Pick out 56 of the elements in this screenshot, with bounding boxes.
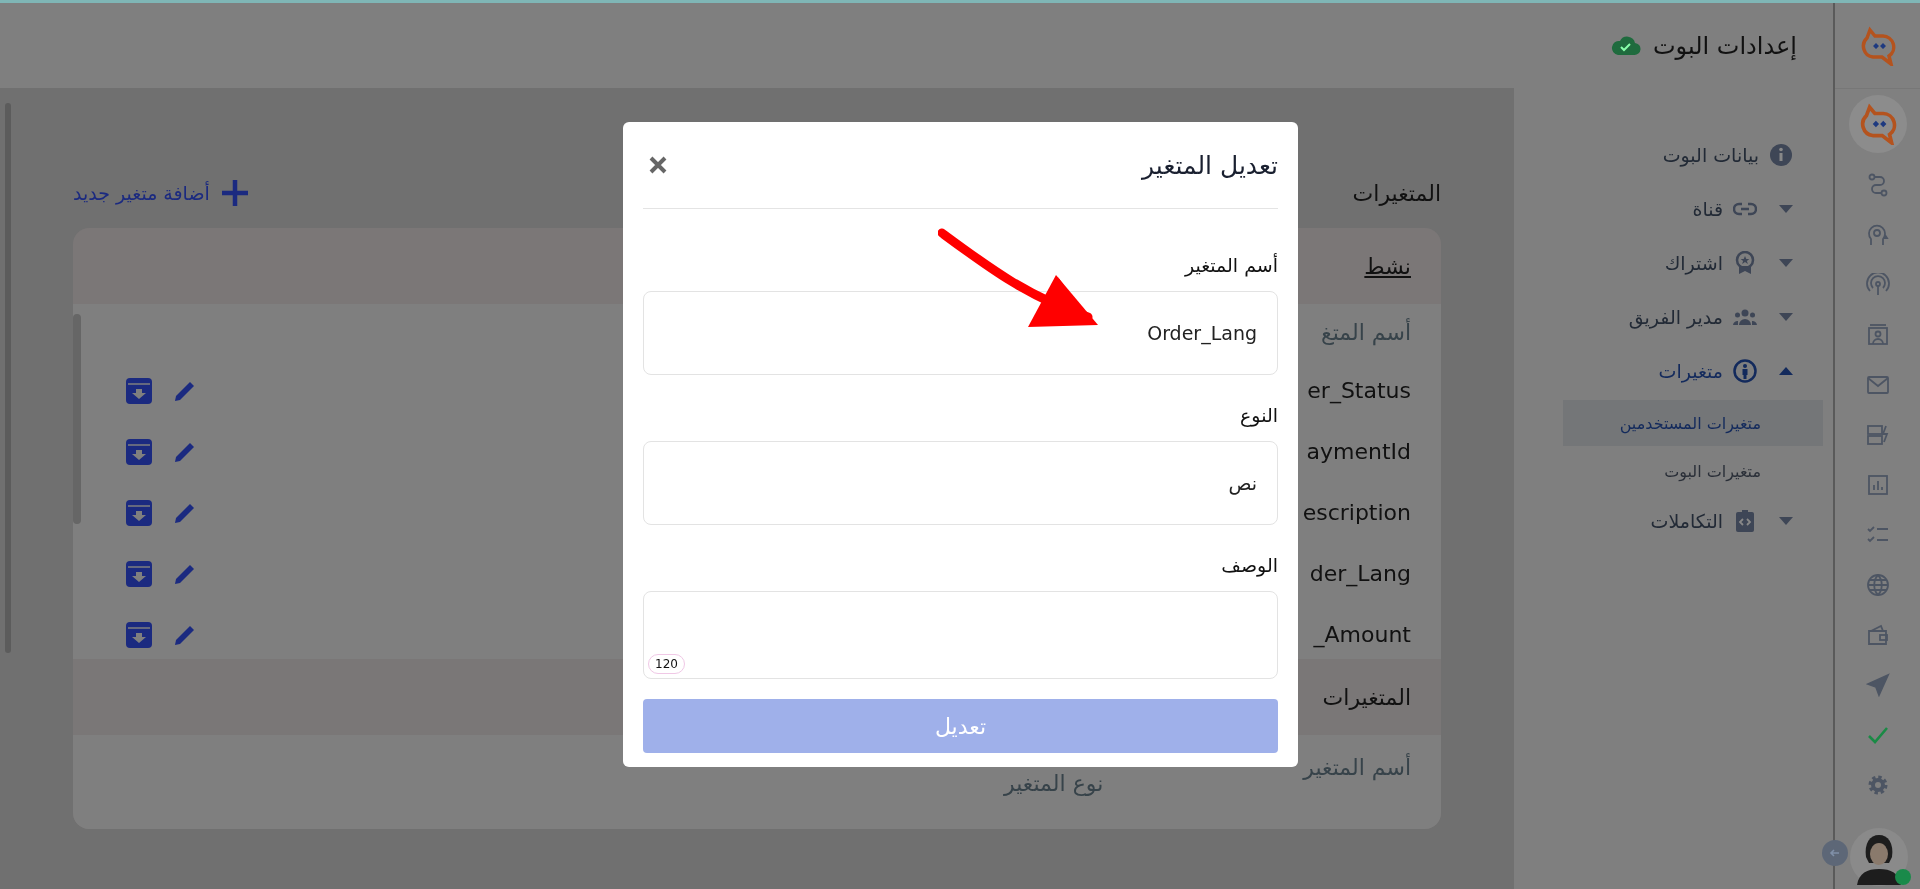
- sidebar-item[interactable]: اشتراك: [1514, 236, 1833, 290]
- plus-icon: [219, 178, 250, 208]
- variable-name-cell: _Amount: [1313, 622, 1411, 647]
- brain-icon[interactable]: [1865, 223, 1890, 247]
- sidebar-item[interactable]: مدير الفريق: [1514, 290, 1833, 344]
- section-title: المتغيرات: [1352, 180, 1441, 206]
- archive-icon[interactable]: [125, 620, 153, 649]
- caret-icon: [1779, 313, 1793, 321]
- code-icon: [1733, 509, 1757, 533]
- active-tab[interactable]: نشط: [1364, 253, 1411, 279]
- field-label: أسم المتغير: [1183, 252, 1278, 279]
- archive-icon[interactable]: [125, 437, 153, 466]
- chart-icon[interactable]: [1865, 473, 1890, 497]
- sidebar-item[interactable]: متغيرات: [1514, 344, 1833, 398]
- variable-name-cell: aymentId: [1306, 439, 1411, 464]
- page-title: إعدادات البوت: [1652, 31, 1797, 60]
- archive-icon[interactable]: [125, 498, 153, 527]
- variable-name-cell: der_Lang: [1309, 561, 1411, 586]
- sidebar-subitem[interactable]: متغيرات البوت: [1563, 448, 1823, 494]
- caret-icon: [1779, 517, 1793, 525]
- mail-icon[interactable]: [1865, 373, 1890, 397]
- caret-icon: [1779, 259, 1793, 267]
- contact-icon[interactable]: [1865, 323, 1890, 347]
- section-heading: المتغيرات: [1322, 684, 1411, 710]
- broadcast-icon[interactable]: [1865, 273, 1890, 297]
- input-field[interactable]: نص: [643, 441, 1278, 525]
- dialog-title: تعديل المتغير: [1142, 150, 1278, 180]
- wallet-icon[interactable]: [1865, 623, 1890, 647]
- variable-name-cell: er_Status: [1307, 378, 1411, 403]
- globe-icon[interactable]: [1865, 573, 1890, 597]
- back-arrow-icon: [1829, 847, 1841, 859]
- input-field[interactable]: Order_Lang: [643, 291, 1278, 375]
- scrollbar[interactable]: [73, 314, 81, 524]
- column-header: أسم المتغير: [1303, 755, 1411, 780]
- user-avatar[interactable]: [1849, 827, 1909, 887]
- variable-name-cell: escription: [1302, 500, 1411, 525]
- archive-icon[interactable]: [125, 559, 153, 588]
- archive-icon[interactable]: [125, 376, 153, 405]
- add-variable-button[interactable]: أضافة متغير جديد: [73, 178, 250, 208]
- close-icon[interactable]: [648, 155, 668, 175]
- field-label: النوع: [1239, 403, 1278, 429]
- column-header: نوع المتغير: [1004, 771, 1104, 796]
- column-header: أسم المتغ: [1320, 319, 1411, 345]
- sidebar-subitem[interactable]: متغيرات المستخدمين: [1563, 400, 1823, 446]
- caret-icon: [1779, 367, 1793, 375]
- sidebar-item[interactable]: بيانات البوت: [1514, 128, 1833, 182]
- sidebar-item[interactable]: التكاملات: [1514, 494, 1833, 548]
- storage-icon[interactable]: [1865, 423, 1890, 447]
- send-icon[interactable]: [1865, 673, 1890, 697]
- award-icon: [1733, 251, 1757, 275]
- sidebar-item[interactable]: قناة: [1514, 182, 1833, 236]
- info-icon: [1769, 143, 1793, 167]
- caret-icon: [1779, 205, 1793, 213]
- description-field[interactable]: 120: [643, 591, 1278, 679]
- person-icon: [1733, 359, 1757, 383]
- field-label: الوصف: [1220, 553, 1278, 579]
